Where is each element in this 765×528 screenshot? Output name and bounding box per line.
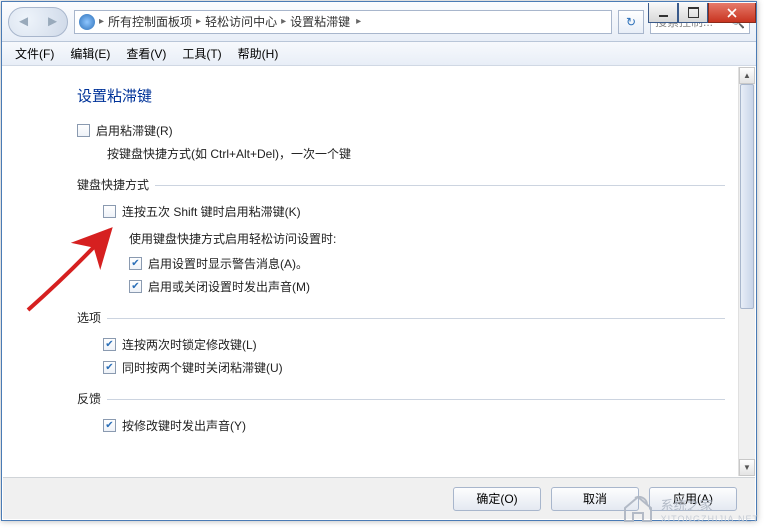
- label-two-keys-off: 同时按两个键时关闭粘滞键(U): [122, 359, 283, 376]
- group-options: 选项: [77, 309, 725, 326]
- dialog-button-row: 确定(O) 取消 应用(A): [3, 477, 755, 519]
- label-play-sound-toggle: 启用或关闭设置时发出声音(M): [148, 278, 310, 295]
- chevron-right-icon: ▸: [281, 16, 286, 27]
- menu-edit[interactable]: 编辑(E): [63, 43, 117, 64]
- refresh-icon: ↻: [626, 15, 636, 29]
- scroll-thumb[interactable]: [740, 84, 754, 309]
- ok-button[interactable]: 确定(O): [453, 487, 541, 511]
- forward-icon: ►: [45, 13, 60, 30]
- cancel-button[interactable]: 取消: [551, 487, 639, 511]
- checkbox-lock-modifier[interactable]: [103, 338, 116, 351]
- menu-file[interactable]: 文件(F): [8, 43, 61, 64]
- back-icon: ◄: [16, 13, 31, 30]
- scroll-track[interactable]: [739, 84, 755, 459]
- checkbox-show-warning[interactable]: [129, 257, 142, 270]
- nav-row: ◄ ► ▸ 所有控制面板项 ▸ 轻松访问中心 ▸ 设置粘滞键 ▸ ↻ 搜索控制.…: [2, 2, 756, 42]
- address-bar[interactable]: ▸ 所有控制面板项 ▸ 轻松访问中心 ▸ 设置粘滞键 ▸: [74, 10, 612, 34]
- chevron-right-icon: ▸: [356, 16, 361, 27]
- menu-help[interactable]: 帮助(H): [231, 43, 286, 64]
- label-enable-sticky: 启用粘滞键(R): [96, 122, 173, 139]
- checkbox-play-sound-toggle[interactable]: [129, 280, 142, 293]
- menu-bar: 文件(F) 编辑(E) 查看(V) 工具(T) 帮助(H): [2, 42, 756, 66]
- scroll-down-button[interactable]: ▼: [739, 459, 755, 476]
- label-modifier-sound: 按修改键时发出声音(Y): [122, 417, 246, 434]
- window-maximize-button[interactable]: [678, 3, 708, 23]
- menu-tools[interactable]: 工具(T): [175, 43, 228, 64]
- label-show-warning: 启用设置时显示警告消息(A)。: [148, 255, 308, 272]
- group-feedback: 反馈: [77, 390, 725, 407]
- label-shift-five-times: 连按五次 Shift 键时启用粘滞键(K): [122, 203, 301, 220]
- label-lock-modifier: 连按两次时锁定修改键(L): [122, 336, 257, 353]
- checkbox-two-keys-off[interactable]: [103, 361, 116, 374]
- menu-view[interactable]: 查看(V): [119, 43, 173, 64]
- checkbox-modifier-sound[interactable]: [103, 419, 116, 432]
- crumb-sticky-keys[interactable]: 设置粘滞键: [290, 13, 350, 30]
- help-text-shortcut: 按键盘快捷方式(如 Ctrl+Alt+Del)，一次一个键: [107, 145, 725, 162]
- group-keyboard-shortcut: 键盘快捷方式: [77, 176, 725, 193]
- nav-back-forward[interactable]: ◄ ►: [8, 7, 68, 37]
- scroll-up-button[interactable]: ▲: [739, 67, 755, 84]
- checkbox-shift-five-times[interactable]: [103, 205, 116, 218]
- apply-button[interactable]: 应用(A): [649, 487, 737, 511]
- checkbox-enable-sticky[interactable]: [77, 124, 90, 137]
- chevron-right-icon: ▸: [99, 16, 104, 27]
- crumb-ease-of-access[interactable]: 轻松访问中心: [205, 13, 277, 30]
- chevron-right-icon: ▸: [196, 16, 201, 27]
- refresh-button[interactable]: ↻: [618, 10, 644, 34]
- page-title: 设置粘滞键: [77, 85, 725, 106]
- control-panel-icon: [79, 14, 95, 30]
- window-close-button[interactable]: [708, 3, 756, 23]
- sub-intro-text: 使用键盘快捷方式启用轻松访问设置时:: [129, 230, 725, 247]
- vertical-scrollbar[interactable]: ▲ ▼: [738, 67, 755, 476]
- window-minimize-button[interactable]: [648, 3, 678, 23]
- content-pane: 设置粘滞键 启用粘滞键(R) 按键盘快捷方式(如 Ctrl+Alt+Del)，一…: [3, 67, 755, 476]
- crumb-all-cp[interactable]: 所有控制面板项: [108, 13, 192, 30]
